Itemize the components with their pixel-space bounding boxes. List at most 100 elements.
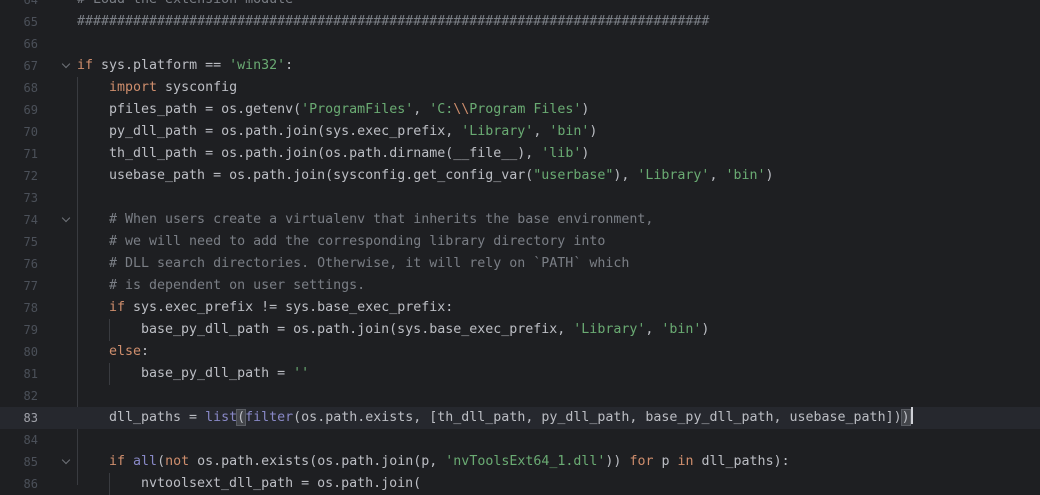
code-token: 'Library': [461, 124, 534, 139]
code-line[interactable]: 71 th_dll_path = os.path.join(os.path.dir…: [0, 143, 1040, 165]
code-text: ########################################…: [77, 11, 709, 33]
code-line[interactable]: 72 usebase_path = os.path.join(sysconfig.…: [0, 165, 1040, 187]
line-number: 77: [23, 279, 38, 293]
code-line[interactable]: 68 import sysconfig: [0, 77, 1040, 99]
code-token: )): [605, 454, 630, 469]
code-line[interactable]: 77 # is dependent on user settings.: [0, 275, 1040, 297]
line-number: 68: [23, 81, 38, 95]
code-token: nvtoolsext_dll_path = os.path.join(: [141, 476, 422, 491]
line-number: 83: [23, 411, 38, 425]
code-token: "userbase": [533, 168, 614, 183]
code-line[interactable]: 70 py_dll_path = os.path.join(sys.exec_pr…: [0, 121, 1040, 143]
line-number: 81: [23, 367, 38, 381]
code-token: # When users create a virtualenv that in…: [109, 212, 654, 227]
code-text: # DLL search directories. Otherwise, it …: [109, 253, 629, 275]
code-text: nvtoolsext_dll_path = os.path.join(: [141, 473, 421, 495]
code-text: base_py_dll_path = os.path.join(sys.base…: [141, 319, 709, 341]
line-number: 64: [23, 0, 38, 7]
code-token: :: [285, 58, 294, 73]
code-line[interactable]: 66: [0, 33, 1040, 55]
code-text: else:: [109, 341, 149, 363]
code-token: import: [109, 80, 158, 95]
fold-chevron-icon[interactable]: [62, 451, 72, 473]
code-line[interactable]: 73: [0, 187, 1040, 209]
code-token: ),: [613, 168, 638, 183]
line-number: 66: [23, 37, 38, 51]
code-text: # is dependent on user settings.: [109, 275, 365, 297]
line-number: 79: [23, 323, 38, 337]
code-text: # Load the extension module: [77, 0, 293, 11]
fold-chevron-icon[interactable]: [62, 209, 72, 231]
code-token: if: [109, 300, 126, 315]
code-token: dll_paths):: [693, 454, 790, 469]
line-number: 72: [23, 169, 38, 183]
code-token: all: [133, 454, 158, 469]
line-number: 67: [23, 59, 38, 73]
line-number: 86: [23, 477, 38, 491]
code-token: ): [581, 102, 590, 117]
code-line[interactable]: 64 # Load the extension module: [0, 0, 1040, 11]
line-number: 71: [23, 147, 38, 161]
code-editor[interactable]: 64 # Load the extension module 65 #########…: [0, 0, 1040, 495]
code-token: 'Library': [573, 322, 646, 337]
code-token: (: [157, 454, 166, 469]
code-text: th_dll_path = os.path.join(os.path.dirna…: [109, 143, 589, 165]
code-token: # DLL search directories. Otherwise, it …: [109, 256, 630, 271]
code-token: ): [765, 168, 774, 183]
code-line[interactable]: 75 # we will need to add the correspondin…: [0, 231, 1040, 253]
code-token: 'ProgramFiles': [301, 102, 414, 117]
line-number: 73: [23, 191, 38, 205]
text-cursor: [910, 407, 913, 424]
code-token: filter: [245, 410, 294, 425]
line-number: 85: [23, 455, 38, 469]
code-token: \\: [453, 102, 470, 117]
code-line[interactable]: 76 # DLL search directories. Otherwise, i…: [0, 253, 1040, 275]
code-token: 'bin': [549, 124, 590, 139]
code-text: import sysconfig: [109, 77, 237, 99]
line-number: 74: [23, 213, 38, 227]
code-token: 'bin': [661, 322, 702, 337]
code-token: sysconfig: [157, 80, 238, 95]
code-line[interactable]: 85 if all(not os.path.exists(os.path.join…: [0, 451, 1040, 473]
code-token: pfiles_path = os.getenv(: [109, 102, 302, 117]
code-line[interactable]: 78 if sys.exec_prefix != sys.base_exec_pr…: [0, 297, 1040, 319]
code-token: :: [141, 344, 150, 359]
code-token: os.path.exists(os.path.join(p,: [189, 454, 446, 469]
code-token: usebase_path = os.path.join(sysconfig.ge…: [109, 168, 534, 183]
code-token: if: [109, 454, 126, 469]
code-line[interactable]: 79 base_py_dll_path = os.path.join(sys.ba…: [0, 319, 1040, 341]
code-token: ): [581, 146, 590, 161]
code-line[interactable]: 86 nvtoolsext_dll_path = os.path.join(: [0, 473, 1040, 495]
code-line[interactable]: 65 ######################################…: [0, 11, 1040, 33]
line-number: 70: [23, 125, 38, 139]
code-line[interactable]: 84: [0, 429, 1040, 451]
code-line[interactable]: 82: [0, 385, 1040, 407]
code-text: # When users create a virtualenv that in…: [109, 209, 653, 231]
code-token: base_py_dll_path =: [141, 366, 294, 381]
code-token: (: [236, 409, 247, 426]
code-line[interactable]: 83 dll_paths = list(filter(os.path.exists…: [0, 407, 1040, 429]
code-line[interactable]: 69 pfiles_path = os.getenv('ProgramFiles'…: [0, 99, 1040, 121]
line-number: 80: [23, 345, 38, 359]
code-token: p: [653, 454, 678, 469]
code-token: sys.exec_prefix != sys.base_exec_prefix:: [125, 300, 454, 315]
code-text: # we will need to add the corresponding …: [109, 231, 605, 253]
code-line[interactable]: 74 # When users create a virtualenv that …: [0, 209, 1040, 231]
code-token: # we will need to add the corresponding …: [109, 234, 606, 249]
code-token: for: [629, 454, 654, 469]
code-line[interactable]: 80 else:: [0, 341, 1040, 363]
code-token: dll_paths =: [109, 410, 206, 425]
fold-chevron-icon[interactable]: [62, 55, 72, 77]
code-token: py_dll_path = os.path.join(sys.exec_pref…: [109, 124, 462, 139]
code-token: ): [900, 409, 911, 426]
line-number: 69: [23, 103, 38, 117]
code-text: base_py_dll_path = '': [141, 363, 309, 385]
code-token: ,: [413, 102, 430, 117]
code-token: 'lib': [541, 146, 582, 161]
code-token: 'nvToolsExt64_1.dll': [445, 454, 606, 469]
code-line[interactable]: 81 base_py_dll_path = '': [0, 363, 1040, 385]
line-number: 78: [23, 301, 38, 315]
code-line[interactable]: 67 if sys.platform == 'win32':: [0, 55, 1040, 77]
code-token: ): [589, 124, 598, 139]
